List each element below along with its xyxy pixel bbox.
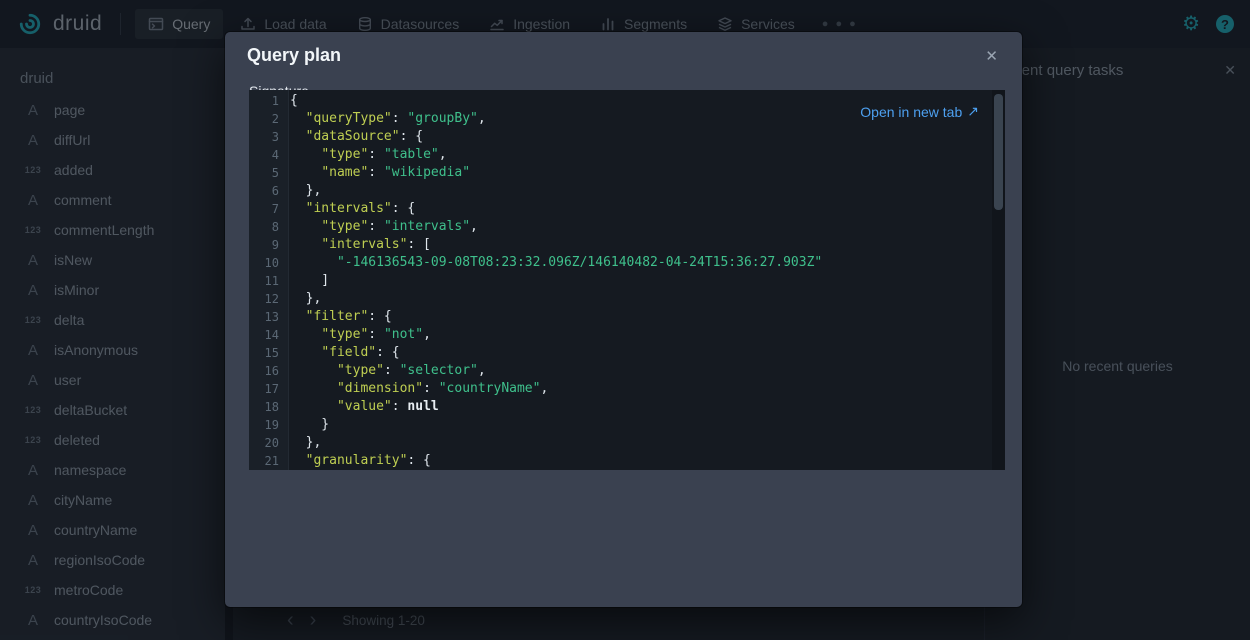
line-number: 5 — [249, 164, 279, 182]
query-plan-code-editor[interactable]: 123456789101112131415161718192021 { "que… — [249, 90, 1005, 470]
open-in-new-tab-label: Open in new tab — [860, 104, 962, 120]
line-number: 11 — [249, 272, 279, 290]
line-number: 8 — [249, 218, 279, 236]
dialog-title: Query plan — [247, 45, 341, 66]
code-line: }, — [290, 182, 991, 200]
line-number: 16 — [249, 362, 279, 380]
code-line: "intervals": { — [290, 200, 991, 218]
line-number: 20 — [249, 434, 279, 452]
open-in-new-tab-icon: ↗ — [967, 103, 979, 120]
line-number: 10 — [249, 254, 279, 272]
code-line: "field": { — [290, 344, 991, 362]
code-line: "dataSource": { — [290, 128, 991, 146]
query-plan-dialog: Query plan ✕ 123456789101112131415161718… — [225, 32, 1022, 607]
line-number: 3 — [249, 128, 279, 146]
code-line: }, — [290, 290, 991, 308]
code-line: "granularity": { — [290, 452, 991, 470]
code-line: } — [290, 416, 991, 434]
code-scrollbar-thumb[interactable] — [994, 94, 1003, 210]
code-line: "value": null — [290, 398, 991, 416]
code-line: "filter": { — [290, 308, 991, 326]
line-number: 13 — [249, 308, 279, 326]
line-number: 9 — [249, 236, 279, 254]
code-line: }, — [290, 434, 991, 452]
code-line: "intervals": [ — [290, 236, 991, 254]
open-in-new-tab-link[interactable]: Open in new tab ↗ — [860, 103, 979, 120]
dialog-close-icon[interactable]: ✕ — [981, 45, 1002, 67]
line-number: 6 — [249, 182, 279, 200]
code-line: ] — [290, 272, 991, 290]
line-number: 19 — [249, 416, 279, 434]
druid-console: druid Query Load data Datasources — [0, 0, 1250, 640]
line-number: 17 — [249, 380, 279, 398]
line-number: 14 — [249, 326, 279, 344]
line-number-gutter: 123456789101112131415161718192021 — [249, 90, 289, 470]
line-number: 15 — [249, 344, 279, 362]
line-number: 21 — [249, 452, 279, 470]
dialog-header: Query plan ✕ — [225, 32, 1022, 67]
line-number: 1 — [249, 92, 279, 110]
code-line: "type": "not", — [290, 326, 991, 344]
code-line: "type": "intervals", — [290, 218, 991, 236]
line-number: 18 — [249, 398, 279, 416]
line-number: 7 — [249, 200, 279, 218]
line-number: 2 — [249, 110, 279, 128]
json-code: { "queryType": "groupBy", "dataSource": … — [290, 92, 991, 470]
line-number: 12 — [249, 290, 279, 308]
code-line: "dimension": "countryName", — [290, 380, 991, 398]
line-number: 4 — [249, 146, 279, 164]
code-line: "name": "wikipedia" — [290, 164, 991, 182]
code-line: "-146136543-09-08T08:23:32.096Z/14614048… — [290, 254, 991, 272]
code-line: "type": "selector", — [290, 362, 991, 380]
code-scrollbar[interactable] — [992, 90, 1005, 470]
code-line: "type": "table", — [290, 146, 991, 164]
